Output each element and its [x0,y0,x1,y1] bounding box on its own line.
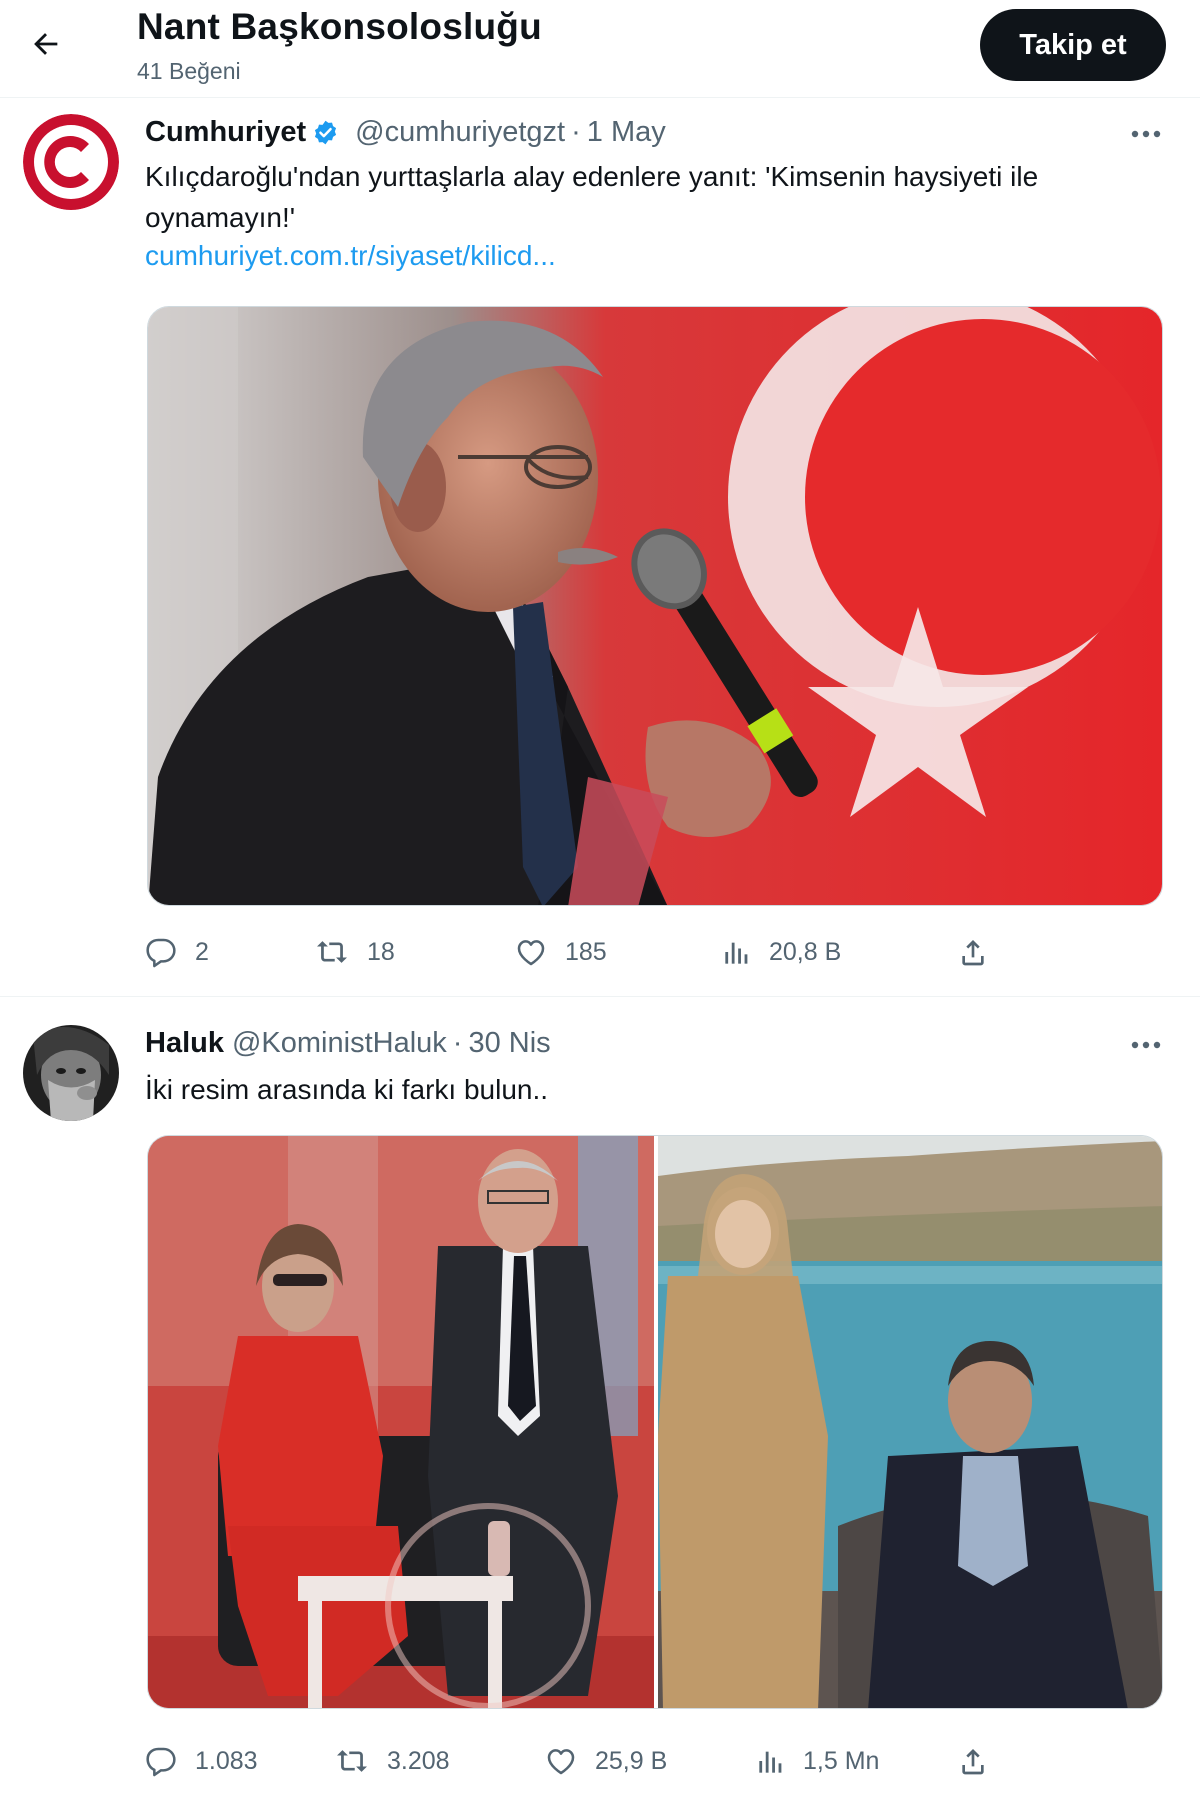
reply-button[interactable]: 1.083 [145,1737,258,1785]
tweet-actions: 2 18 185 20,8 B [145,928,1005,976]
retweet-icon [337,1750,367,1772]
share-button[interactable] [957,1737,1007,1785]
back-button[interactable] [18,16,74,72]
separator: · [571,116,581,148]
retweet-button[interactable]: 3.208 [335,1737,450,1785]
views-button[interactable]: 20,8 B [723,928,841,976]
reply-icon [146,938,176,968]
views-button[interactable]: 1,5 Mn [757,1737,879,1785]
retweet-count: 3.208 [387,1746,450,1775]
author-handle[interactable]: @KoministHaluk [232,1027,447,1060]
follow-button[interactable]: Takip et [980,9,1166,81]
like-icon [547,1749,575,1775]
user-portrait-image [23,1025,119,1121]
separator: · [452,1027,463,1059]
author-handle[interactable]: @cumhuriyetgzt [355,116,565,149]
author-name[interactable]: Haluk [145,1027,224,1060]
page-title: Nant Başkonsolosluğu [137,6,542,47]
tweet-header: Cumhuriyet @cumhuriyetgzt · 1 May [145,116,666,149]
views-icon [759,1751,782,1773]
tweet-image[interactable] [147,1135,1163,1709]
tweet-date[interactable]: 30 Nis [468,1027,550,1060]
tweet-image[interactable] [147,306,1163,906]
tweet-header: Haluk @KoministHaluk · 30 Nis [145,1027,551,1060]
reply-count: 1.083 [195,1746,258,1775]
like-count: 185 [565,937,607,966]
like-count: 25,9 B [595,1746,668,1775]
views-icon [725,942,748,964]
more-icon [1131,1041,1161,1049]
like-button[interactable]: 25,9 B [545,1737,667,1785]
cumhuriyet-logo-icon [23,114,119,210]
views-count: 1,5 Mn [803,1746,880,1775]
two-photo-comparison-image [148,1136,1162,1708]
avatar[interactable] [23,1025,119,1121]
share-button[interactable] [957,928,1007,976]
tweet-text: Kılıçdaroğlu'ndan yurttaşlarla alay eden… [145,161,1039,233]
reply-count: 2 [195,937,209,966]
more-button[interactable] [1120,114,1172,154]
profile-header: Nant Başkonsolosluğu 41 Beğeni Takip et [0,0,1200,98]
retweet-count: 18 [367,937,395,966]
more-icon [1131,130,1161,138]
tweet-link[interactable]: cumhuriyet.com.tr/siyaset/kilicd... [145,240,556,272]
retweet-icon [317,941,347,963]
retweet-button[interactable]: 18 [315,928,395,976]
author-name[interactable]: Cumhuriyet [145,116,306,149]
views-count: 20,8 B [769,937,842,966]
tweet[interactable]: Cumhuriyet @cumhuriyetgzt · 1 May Kılıçd… [0,98,1200,996]
reply-button[interactable]: 2 [145,928,209,976]
tweet[interactable]: Haluk @KoministHaluk · 30 Nis İki resim … [0,996,1200,1800]
like-button[interactable]: 185 [515,928,607,976]
share-icon [962,940,984,966]
tweet-date[interactable]: 1 May [587,116,666,149]
reply-icon [146,1747,176,1777]
tweet-actions: 1.083 3.208 25,9 B 1,5 Mn [145,1737,1005,1785]
likes-count: 41 Beğeni [137,58,241,84]
tweet-text: İki resim arasında ki farkı bulun.. [145,1074,549,1105]
like-icon [517,940,545,966]
verified-badge-icon [312,119,339,146]
arrow-left-icon [34,33,58,55]
politician-microphone-photo [148,307,1162,905]
share-icon [962,1749,984,1775]
more-button[interactable] [1120,1025,1172,1065]
avatar[interactable] [23,114,119,210]
